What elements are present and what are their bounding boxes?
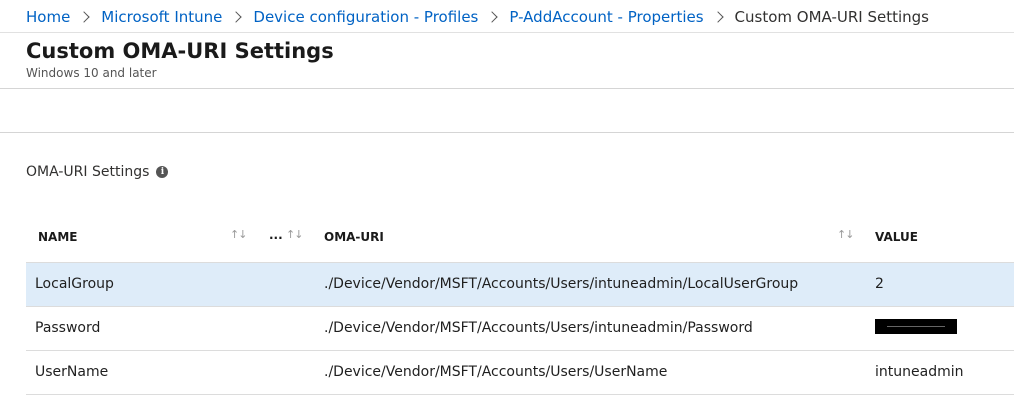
- row-name: LocalGroup: [35, 276, 114, 292]
- sort-icon[interactable]: ↑↓: [230, 228, 247, 241]
- column-header-name[interactable]: NAME: [38, 230, 77, 244]
- masked-value: [875, 319, 957, 334]
- breadcrumb-microsoft-intune[interactable]: Microsoft Intune: [101, 8, 222, 26]
- row-value: 2: [875, 276, 884, 292]
- divider: [0, 132, 1014, 133]
- breadcrumb-current: Custom OMA-URI Settings: [734, 8, 929, 26]
- chevron-right-icon: [711, 11, 724, 23]
- table-header: NAME ↑↓ ... ↑↓ OMA-URI ↑↓ VALUE: [26, 214, 1014, 263]
- row-oma-uri: ./Device/Vendor/MSFT/Accounts/Users/intu…: [324, 320, 753, 336]
- chevron-right-icon: [230, 11, 243, 23]
- table-row[interactable]: UserName ./Device/Vendor/MSFT/Accounts/U…: [26, 351, 1014, 395]
- row-value: intuneadmin: [875, 364, 964, 380]
- oma-uri-settings-label: OMA-URI Settings i: [26, 164, 169, 180]
- section-label-text: OMA-URI Settings: [26, 164, 150, 180]
- info-icon[interactable]: i: [156, 166, 169, 178]
- column-header-value[interactable]: VALUE: [875, 230, 918, 244]
- sort-icon[interactable]: ↑↓: [286, 228, 303, 241]
- chevron-right-icon: [78, 11, 90, 23]
- breadcrumb-p-addaccount-properties[interactable]: P-AddAccount - Properties: [509, 8, 703, 26]
- column-header-oma-uri[interactable]: OMA-URI: [324, 230, 384, 244]
- sort-icon[interactable]: ↑↓: [837, 228, 854, 241]
- breadcrumb-device-configuration-profiles[interactable]: Device configuration - Profiles: [253, 8, 478, 26]
- divider: [0, 88, 1014, 89]
- breadcrumb-home[interactable]: Home: [26, 8, 70, 26]
- row-name: Password: [35, 320, 101, 336]
- page-subtitle: Windows 10 and later: [26, 66, 157, 80]
- row-name: UserName: [35, 364, 109, 380]
- divider: [0, 32, 1014, 33]
- table-row[interactable]: Password ./Device/Vendor/MSFT/Accounts/U…: [26, 307, 1014, 351]
- chevron-right-icon: [486, 11, 499, 23]
- row-oma-uri: ./Device/Vendor/MSFT/Accounts/Users/User…: [324, 364, 668, 380]
- breadcrumb: Home Microsoft Intune Device configurati…: [26, 6, 929, 28]
- page-title: Custom OMA-URI Settings: [26, 39, 334, 63]
- table-row[interactable]: LocalGroup ./Device/Vendor/MSFT/Accounts…: [26, 263, 1014, 307]
- oma-uri-settings-table: NAME ↑↓ ... ↑↓ OMA-URI ↑↓ VALUE LocalGro…: [26, 214, 1014, 395]
- row-oma-uri: ./Device/Vendor/MSFT/Accounts/Users/intu…: [324, 276, 799, 292]
- column-header-more[interactable]: ...: [269, 228, 283, 242]
